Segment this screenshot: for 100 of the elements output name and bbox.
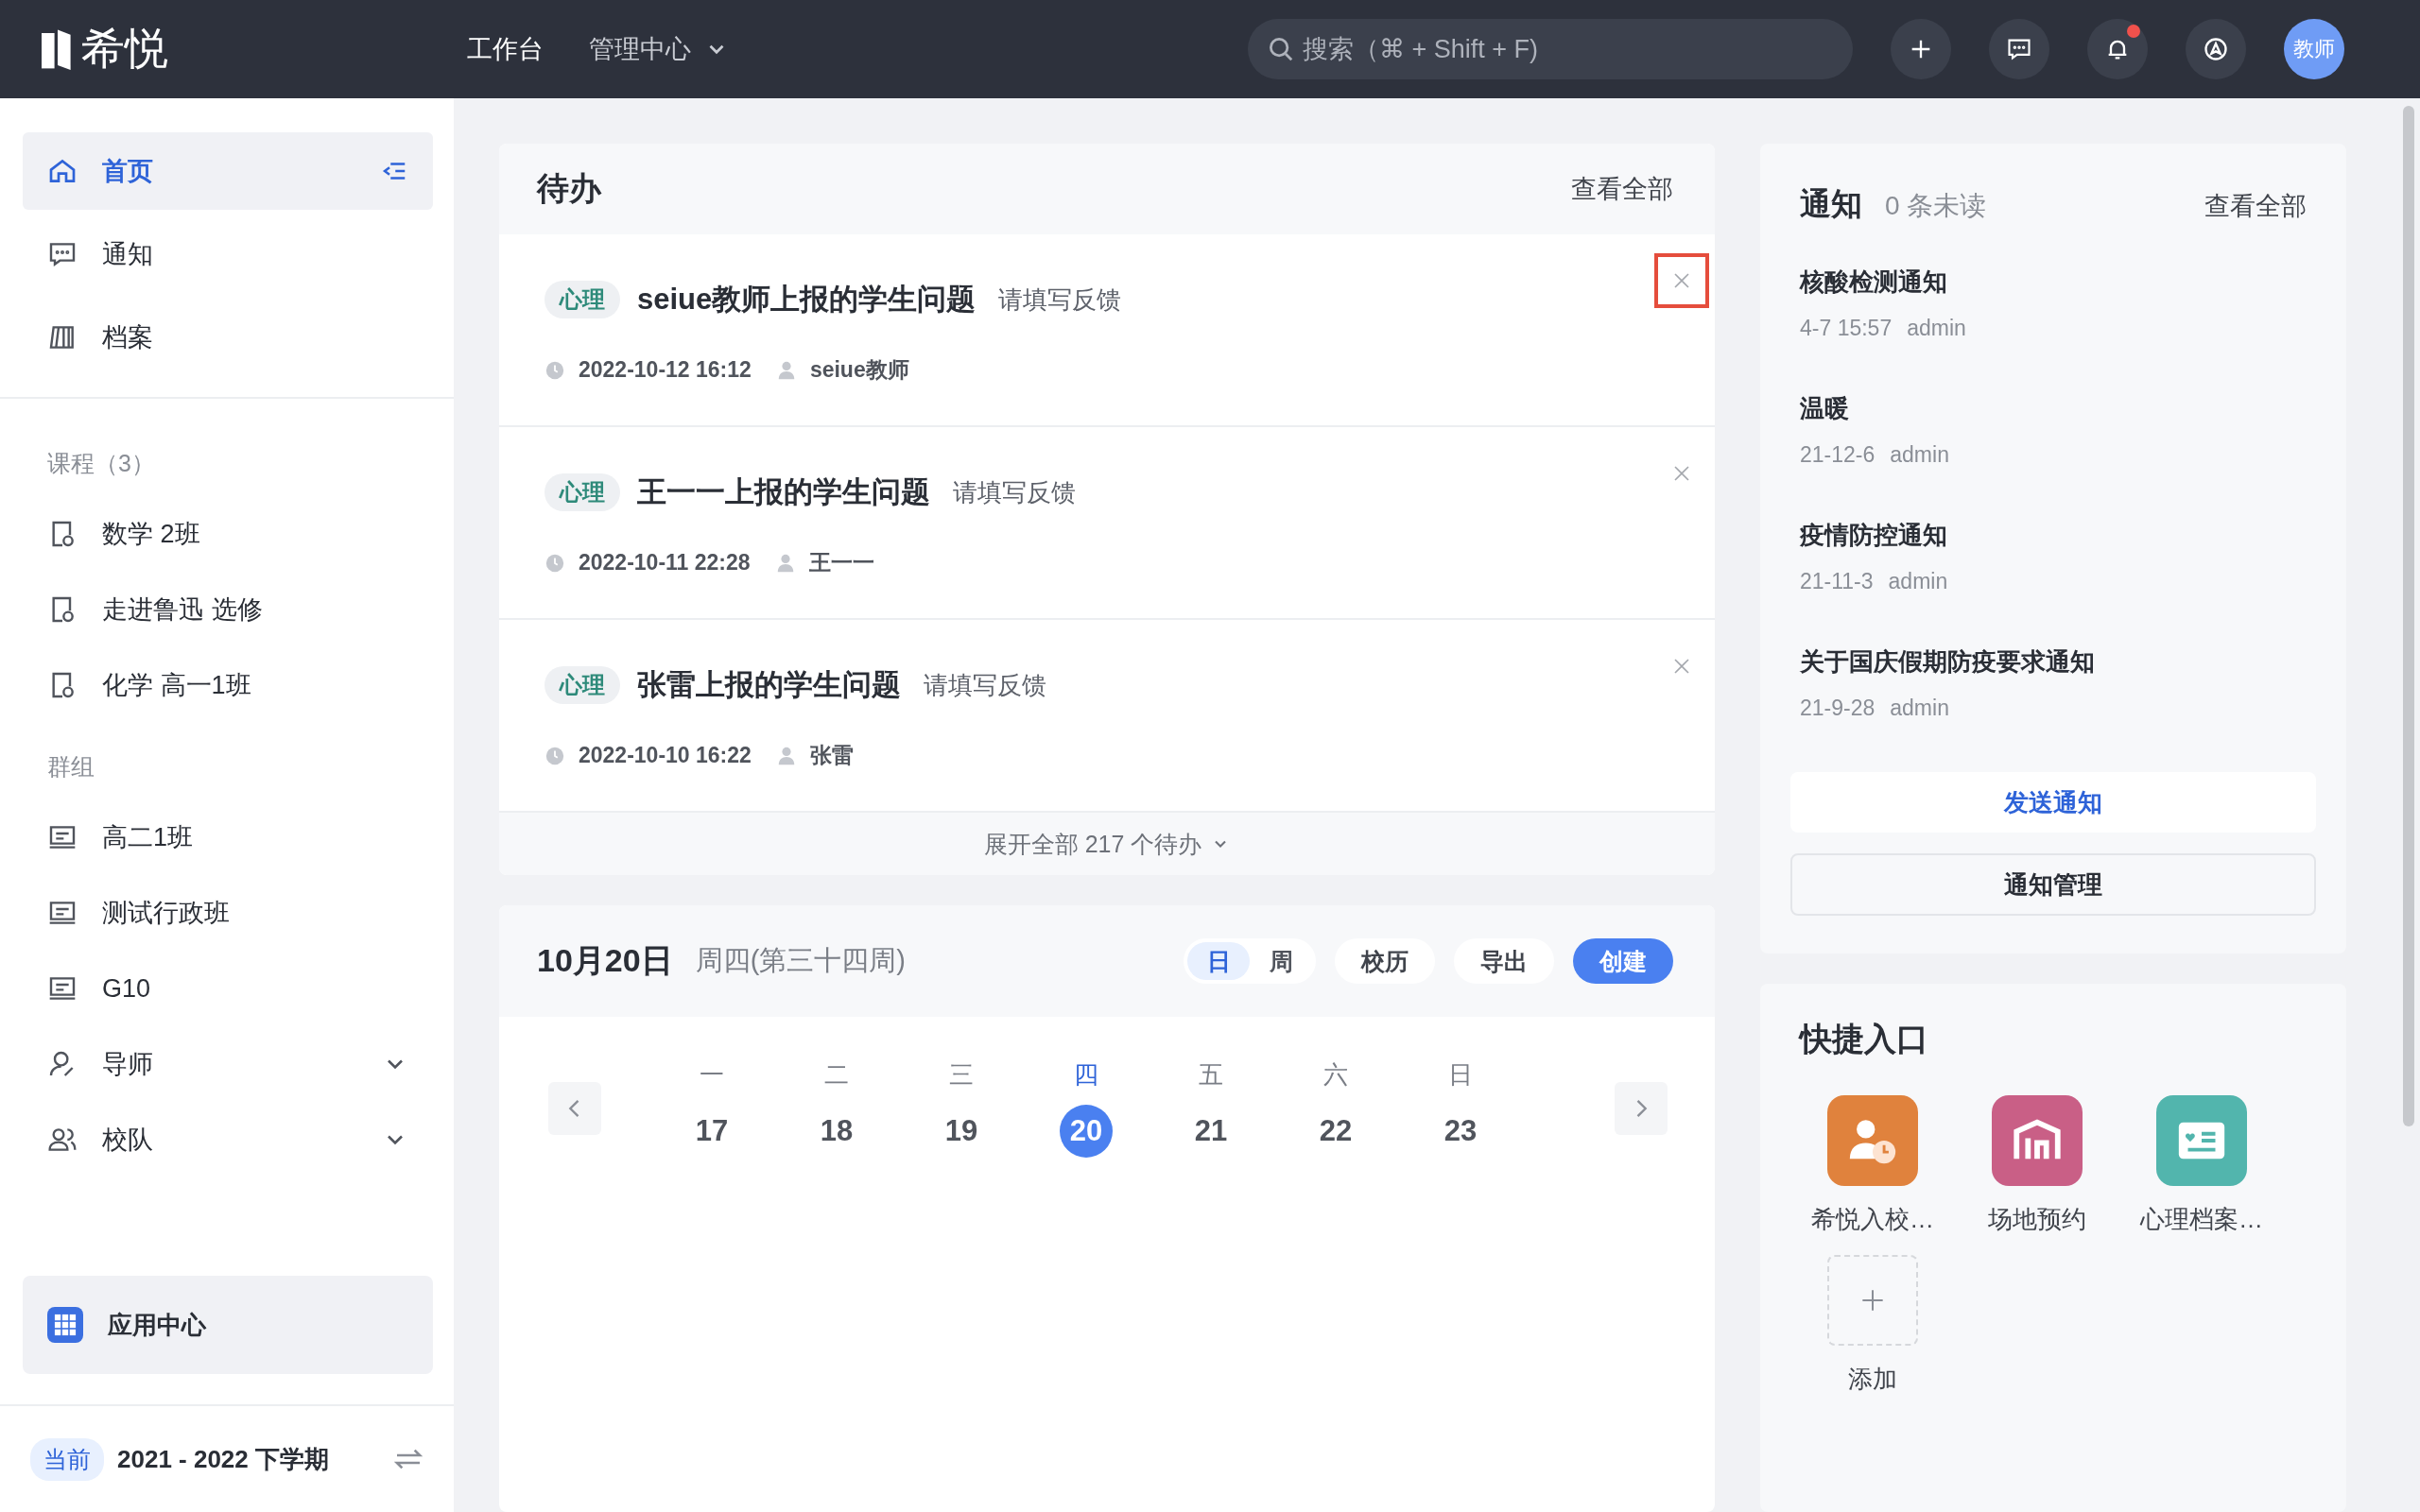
logo-text: 希悦 (81, 23, 168, 75)
clock-icon (544, 745, 565, 766)
compass-icon (2203, 36, 2229, 62)
notice-author: admin (1890, 696, 1949, 721)
nav-tab[interactable]: 工作台 (467, 32, 544, 66)
todo-item[interactable]: 心理 王一一上报的学生问题 请填写反馈 2022-10-11 22:28 王一一 (499, 427, 1715, 620)
view-all-link[interactable]: 查看全部 (1571, 172, 1673, 206)
notice-title[interactable]: 疫情防控通知 (1800, 519, 2307, 552)
app-center-label: 应用中心 (108, 1309, 206, 1341)
weekday-label: 一 (700, 1059, 724, 1091)
expand-all-button[interactable]: 展开全部 217 个待办 (499, 813, 1715, 875)
sidebar-item-label: 首页 (102, 156, 154, 187)
search-field[interactable]: 搜索（⌘ + Shift + F) (1248, 19, 1853, 79)
weekday-label: 五 (1199, 1059, 1223, 1091)
unread-count: 0 条未读 (1885, 190, 1988, 222)
close-button[interactable] (1654, 253, 1709, 308)
todo-hint: 请填写反馈 (924, 669, 1046, 701)
notice-title[interactable]: 温暖 (1800, 392, 2307, 425)
todo-person: seiue教师 (809, 356, 909, 384)
sidebar-item[interactable]: 测试行政班 (23, 875, 433, 951)
card-title: 快捷入口 (1797, 1020, 1929, 1058)
weekday-label: 四 (1074, 1059, 1098, 1091)
sidebar-item-label: 走进鲁迅 选修 (102, 594, 264, 626)
todo-time: 2022-10-11 22:28 (579, 550, 751, 576)
day-number[interactable]: 22 (1309, 1105, 1362, 1158)
app-label: 希悦入校… (1811, 1204, 1934, 1235)
nav-tab[interactable]: 管理中心 (589, 32, 729, 66)
notice-author: admin (1888, 569, 1948, 594)
send-notice-button[interactable]: 发送通知 (1790, 772, 2316, 833)
sidebar-item[interactable]: G10 (23, 951, 433, 1026)
calendar-button[interactable]: 校历 (1335, 938, 1435, 984)
search-icon (1267, 35, 1295, 63)
sidebar-item[interactable]: 走进鲁迅 选修 (23, 572, 433, 647)
day-number[interactable]: 19 (935, 1105, 988, 1158)
sidebar-item-label: G10 (102, 973, 152, 1004)
sidebar-item[interactable]: 首页 (23, 132, 433, 210)
day-number[interactable]: 20 (1060, 1105, 1113, 1158)
app-tile[interactable] (2156, 1095, 2247, 1186)
day-number[interactable]: 21 (1184, 1105, 1237, 1158)
todo-person: 王一一 (808, 549, 874, 576)
sidebar-item-label: 数学 2班 (102, 519, 201, 550)
sidebar-item-label: 高二1班 (102, 822, 195, 853)
section-title: 课程（3） (46, 449, 156, 478)
todo-title: 王一一上报的学生问题 (637, 474, 930, 510)
notice-author: admin (1907, 316, 1966, 341)
current-badge: 当前 (30, 1437, 104, 1481)
app-label: 场地预约 (1988, 1204, 2086, 1235)
sidebar-item[interactable]: 校队 (23, 1102, 433, 1177)
notice-time: 21-11-3 (1800, 569, 1874, 594)
sidebar-item[interactable]: 档案 (23, 299, 433, 376)
todo-hint: 请填写反馈 (998, 284, 1122, 316)
view-tab[interactable]: 日 (1187, 942, 1250, 980)
sidebar-item-label: 化学 高一1班 (102, 670, 252, 701)
sidebar-item-label: 导师 (102, 1049, 154, 1080)
day-number[interactable]: 17 (685, 1105, 738, 1158)
manage-notices-button[interactable]: 通知管理 (1790, 853, 2316, 916)
sidebar-item[interactable]: 通知 (23, 215, 433, 293)
sidebar-item[interactable]: 化学 高一1班 (23, 647, 433, 723)
sidebar-item-label: 通知 (102, 239, 154, 270)
card-title: 待办 (537, 169, 603, 208)
view-all-link[interactable]: 查看全部 (2204, 189, 2307, 223)
notice-title[interactable]: 关于国庆假期防疫要求通知 (1800, 645, 2307, 679)
calendar-button[interactable]: 创建 (1573, 938, 1673, 984)
weekday-label: 六 (1323, 1059, 1348, 1091)
view-tab[interactable]: 周 (1250, 942, 1312, 980)
calendar-weekday: 周四(第三十四周) (695, 944, 907, 977)
clock-icon (544, 359, 565, 381)
calendar-date: 10月20日 (537, 941, 673, 980)
category-tag: 心理 (544, 666, 620, 704)
sidebar-item-label: 校队 (102, 1125, 154, 1156)
notice-time: 4-7 15:57 (1800, 316, 1893, 341)
todo-title: 张雷上报的学生问题 (637, 667, 901, 703)
calendar-button[interactable]: 导出 (1454, 938, 1554, 984)
section-title: 群组 (46, 752, 95, 782)
notice-time: 21-9-28 (1800, 696, 1876, 721)
day-number[interactable]: 23 (1434, 1105, 1487, 1158)
app-tile[interactable] (1827, 1095, 1918, 1186)
todo-time: 2022-10-10 16:22 (579, 743, 752, 768)
app-label: 心理档案… (2140, 1204, 2263, 1235)
todo-title: seiue教师上报的学生问题 (637, 282, 977, 318)
sidebar-item[interactable]: 数学 2班 (23, 496, 433, 572)
add-label: 添加 (1848, 1364, 1897, 1395)
app-center-button[interactable]: 应用中心 (23, 1276, 433, 1374)
notice-author: admin (1890, 442, 1949, 468)
notice-title[interactable]: 核酸检测通知 (1800, 266, 2307, 299)
category-tag: 心理 (544, 473, 620, 511)
scrollbar[interactable] (2403, 106, 2414, 1126)
weekday-label: 二 (824, 1059, 849, 1091)
clock-icon (544, 552, 565, 574)
day-number[interactable]: 18 (810, 1105, 863, 1158)
category-tag: 心理 (544, 281, 620, 318)
app-tile[interactable] (1992, 1095, 2083, 1186)
sidebar-item[interactable]: 高二1班 (23, 799, 433, 875)
grid-icon (47, 1307, 83, 1343)
notice-time: 21-12-6 (1800, 442, 1876, 468)
todo-time: 2022-10-12 16:12 (579, 357, 752, 383)
weekday-label: 三 (949, 1059, 974, 1091)
sidebar-item[interactable]: 导师 (23, 1026, 433, 1102)
todo-item[interactable]: 心理 seiue教师上报的学生问题 请填写反馈 2022-10-12 16:12 seiue教师 (499, 234, 1715, 427)
card-title: 通知 (1800, 185, 1862, 223)
